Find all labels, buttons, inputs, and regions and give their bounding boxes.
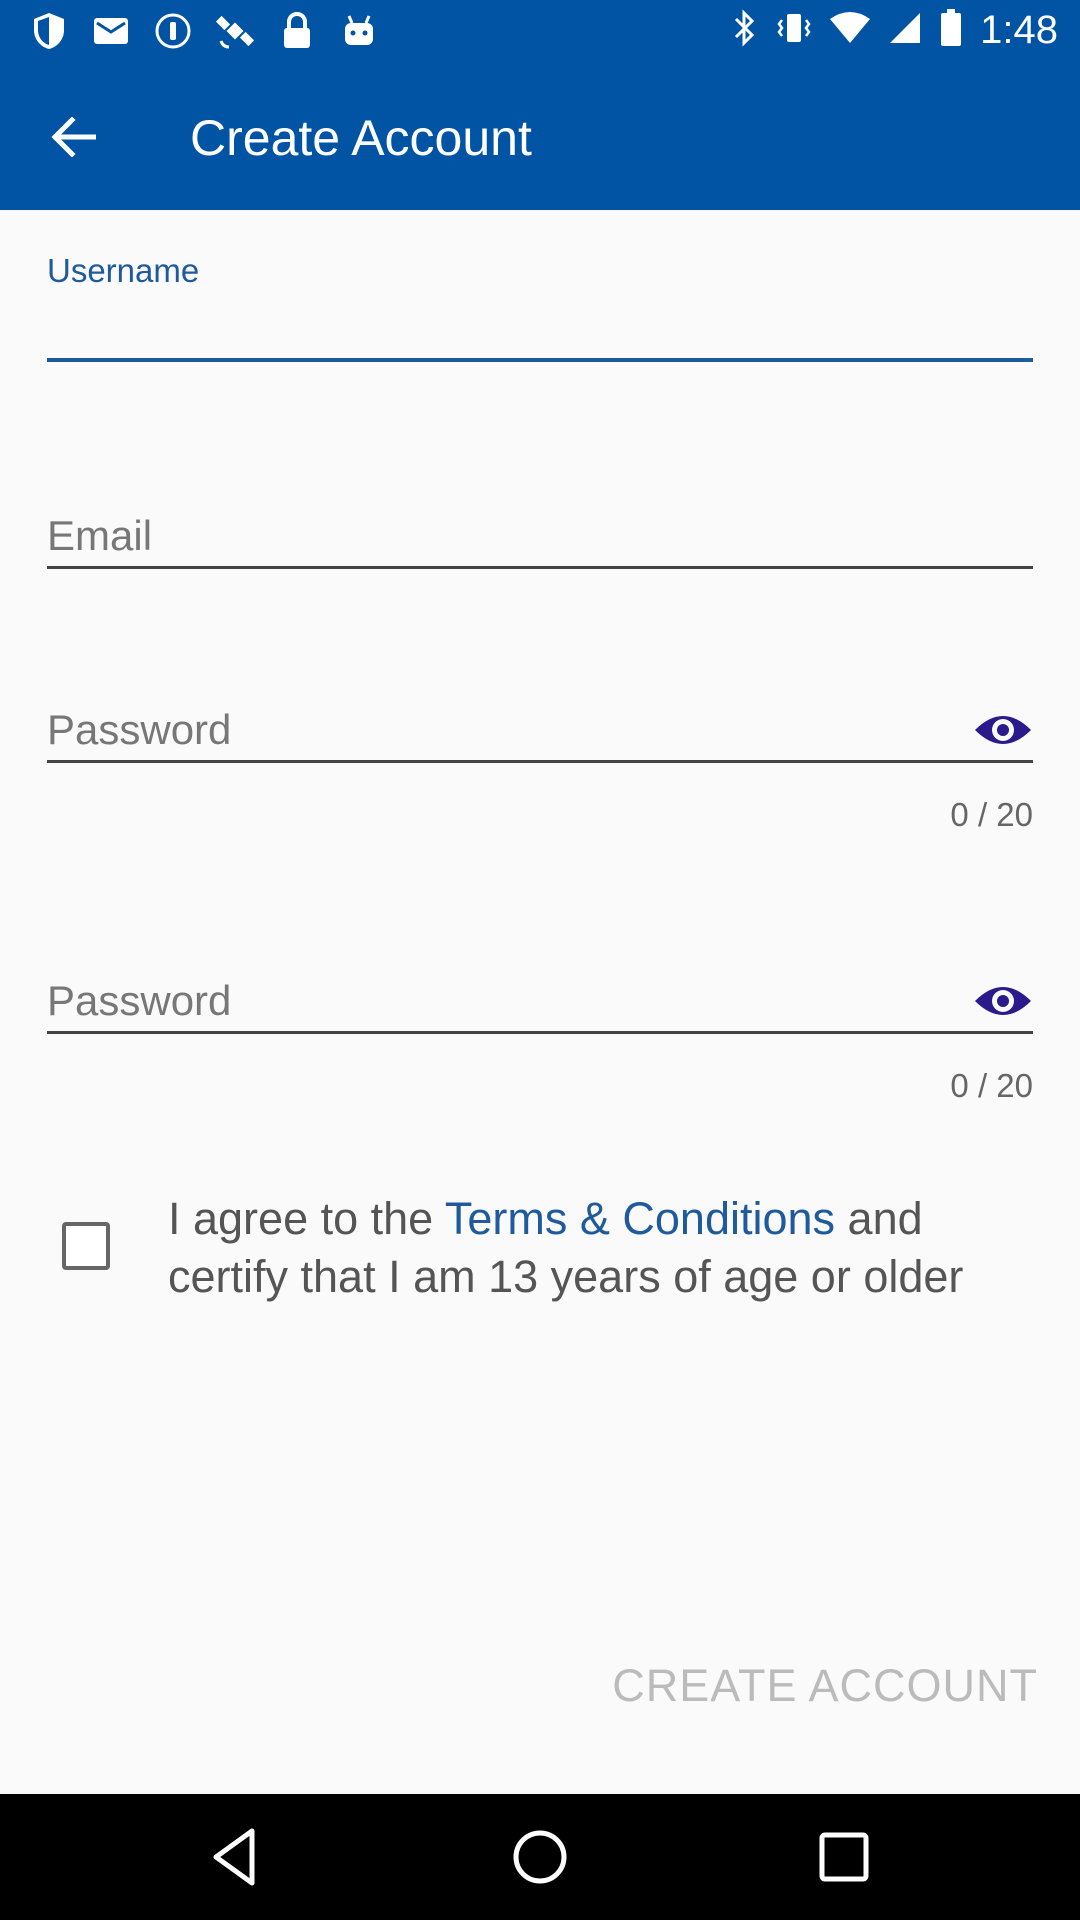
username-underline	[47, 358, 1033, 362]
lock-icon	[276, 10, 318, 52]
email-underline	[47, 566, 1033, 569]
username-field: Username	[47, 252, 1033, 362]
app-bar: Create Account	[0, 63, 1080, 210]
clock: 1:48	[980, 8, 1058, 52]
password-field: 0 / 20	[47, 700, 1033, 833]
password-underline	[47, 760, 1033, 763]
vibrate-icon	[776, 10, 812, 51]
username-label: Username	[47, 252, 200, 289]
android-icon	[338, 10, 380, 52]
confirm-password-input[interactable]	[47, 971, 1033, 1031]
shield-icon	[28, 10, 70, 52]
system-status-icons: 1:48	[732, 8, 1058, 53]
back-button[interactable]	[40, 104, 106, 170]
notification-icons	[28, 10, 380, 52]
terms-text: I agree to the Terms & Conditions and ce…	[168, 1190, 1048, 1306]
satellite-icon	[214, 10, 256, 52]
info-icon	[152, 10, 194, 52]
confirm-password-underline	[47, 1031, 1033, 1034]
username-input[interactable]	[47, 298, 1033, 358]
terms-checkbox[interactable]	[62, 1222, 110, 1270]
email-field	[47, 506, 1033, 569]
confirm-password-field: 0 / 20	[47, 971, 1033, 1104]
password-input[interactable]	[47, 700, 1033, 760]
eye-icon[interactable]	[973, 708, 1033, 752]
recents-square-icon[interactable]	[810, 1823, 878, 1891]
email-input[interactable]	[47, 506, 1033, 566]
terms-prefix: I agree to the	[168, 1193, 445, 1244]
page-title: Create Account	[190, 110, 532, 166]
bluetooth-icon	[732, 9, 758, 52]
wifi-icon	[830, 11, 871, 50]
back-triangle-icon[interactable]	[202, 1823, 270, 1891]
eye-icon[interactable]	[973, 979, 1033, 1023]
confirm-password-counter: 0 / 20	[950, 1067, 1033, 1104]
arrow-back-icon	[51, 117, 96, 157]
signal-icon	[888, 11, 922, 50]
password-counter: 0 / 20	[950, 796, 1033, 833]
battery-icon	[940, 9, 962, 52]
create-account-button[interactable]: CREATE ACCOUNT	[612, 1660, 1038, 1712]
terms-link[interactable]: Terms & Conditions	[445, 1193, 835, 1244]
mail-icon	[90, 10, 132, 52]
navigation-bar	[0, 1794, 1080, 1920]
status-bar: 1:48	[0, 0, 1080, 63]
home-circle-icon[interactable]	[506, 1823, 574, 1891]
